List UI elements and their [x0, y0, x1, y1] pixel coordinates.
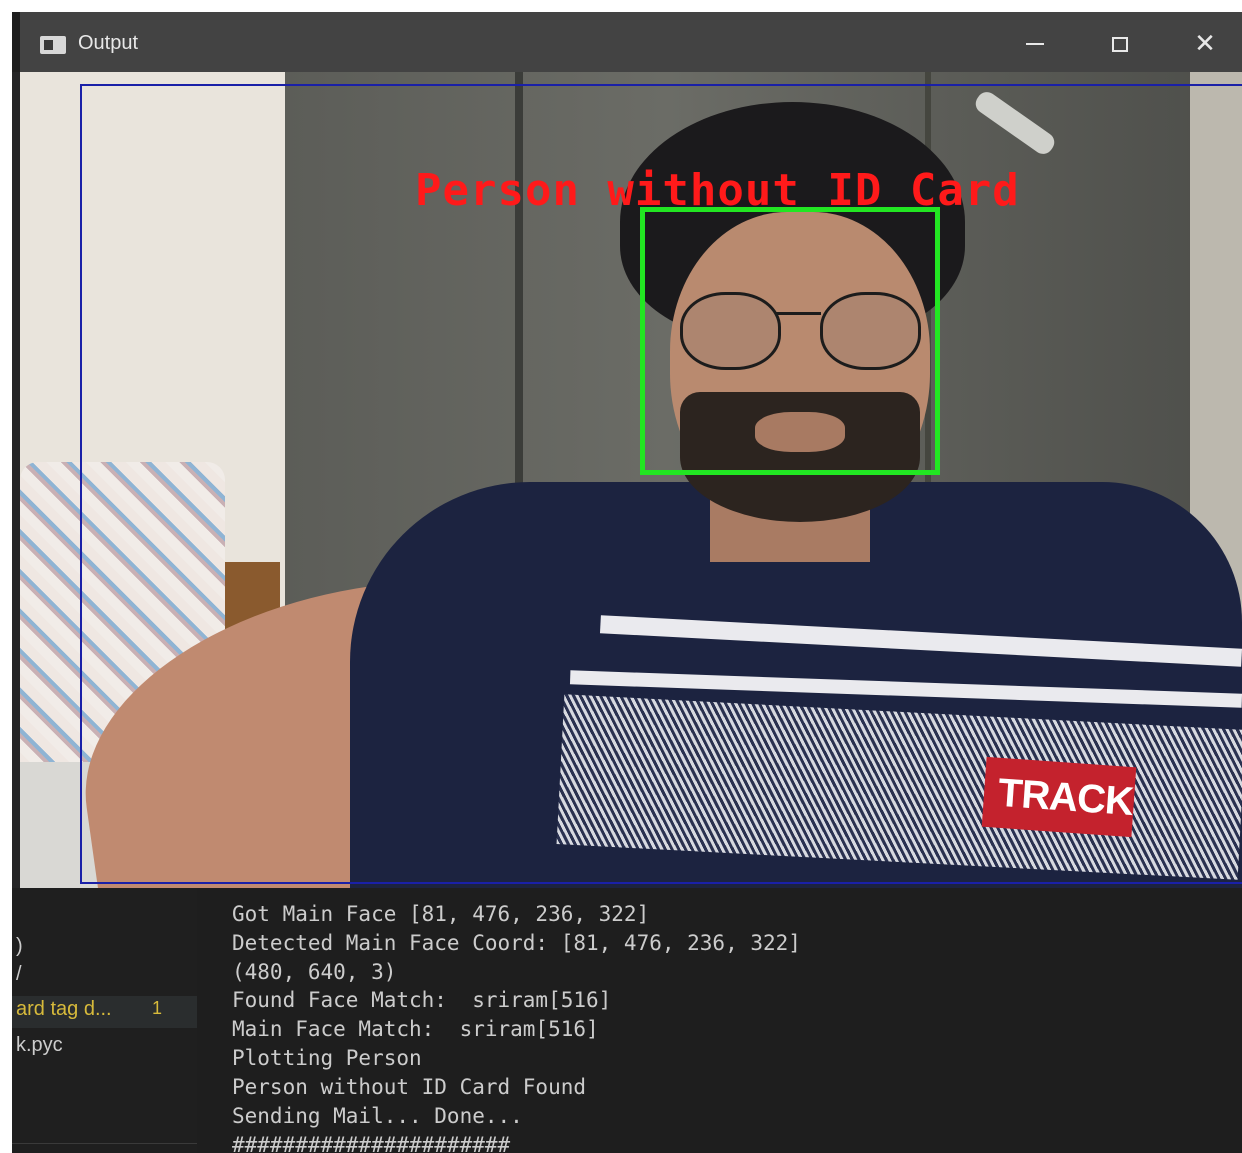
maximize-button[interactable] [1095, 24, 1145, 64]
screen: Output ✕ TRACK Person without ID Card) … [12, 12, 1242, 1153]
explorer-sidebar: ) / ard tag d... 1 k.pyc [12, 888, 197, 1153]
terminal-line: Detected Main Face Coord: [81, 476, 236,… [232, 931, 801, 955]
face-detection-box [640, 207, 940, 475]
sidebar-item[interactable]: k.pyc [16, 1034, 63, 1057]
minimize-button[interactable] [1010, 24, 1060, 64]
terminal-line: Plotting Person [232, 1046, 422, 1070]
minimize-icon [1026, 43, 1044, 45]
window-title: Output [78, 32, 139, 54]
problem-count-badge: 1 [152, 998, 163, 1018]
detection-label: Person without ID Card [415, 165, 1020, 216]
close-button[interactable]: ✕ [1180, 24, 1230, 64]
camera-frame: TRACK Person without ID Card [20, 72, 1242, 888]
terminal-line: Got Main Face [81, 476, 236, 322] [232, 902, 650, 926]
sidebar-item[interactable]: / [16, 963, 22, 986]
sidebar-divider [12, 1143, 197, 1144]
terminal-line: Sending Mail... Done... [232, 1104, 523, 1128]
terminal-line: Person without ID Card Found [232, 1075, 587, 1099]
close-icon: ✕ [1194, 29, 1216, 59]
terminal-line: Main Face Match: sriram[516] [232, 1017, 599, 1041]
sidebar-item[interactable]: ) [16, 935, 23, 958]
terminal-line: (480, 640, 3) [232, 960, 397, 984]
maximize-icon [1112, 36, 1128, 52]
terminal-line: Found Face Match: sriram[516] [232, 988, 612, 1012]
terminal-line: ###################### [232, 1133, 511, 1153]
app-window-icon [40, 36, 66, 54]
sidebar-item-label[interactable]: ard tag d... [16, 998, 112, 1021]
title-bar[interactable]: Output ✕ [20, 12, 1242, 72]
output-window: Output ✕ TRACK Person without ID Card [20, 12, 1242, 888]
terminal-output[interactable]: Got Main Face [81, 476, 236, 322] Detect… [232, 888, 1242, 1153]
